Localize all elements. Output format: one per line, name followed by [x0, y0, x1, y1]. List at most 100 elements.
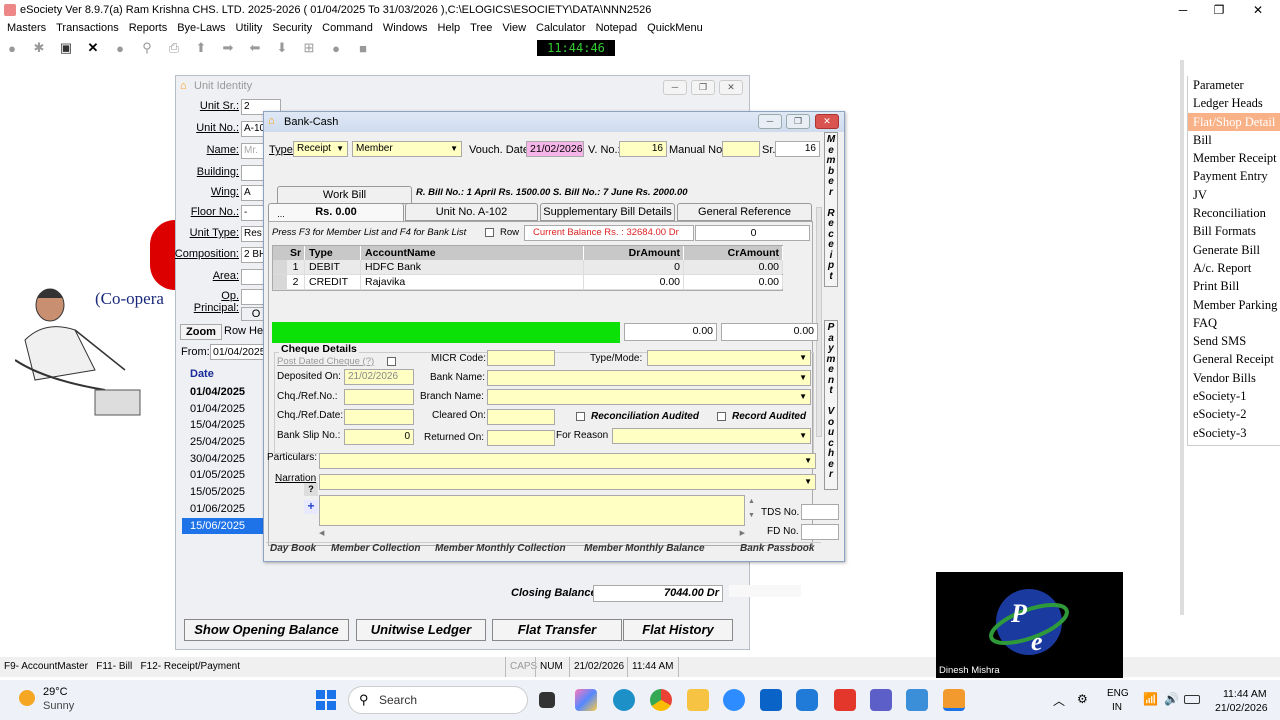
unit-close-button[interactable]: ✕	[719, 80, 743, 95]
menu-command[interactable]: Command	[317, 20, 378, 36]
square-icon[interactable]: ■	[353, 39, 373, 57]
record-icon[interactable]: ●	[110, 39, 130, 57]
menu-security[interactable]: Security	[267, 20, 317, 36]
menu-windows[interactable]: Windows	[378, 20, 433, 36]
cleared-input[interactable]	[487, 409, 555, 425]
ledger-date-row[interactable]: 25/04/2025	[182, 434, 266, 451]
post-dated-checkbox[interactable]	[387, 357, 396, 366]
lang-in[interactable]: IN	[1112, 702, 1122, 713]
circle-icon[interactable]: ●	[2, 39, 22, 57]
footer-link-member-monthly-collection[interactable]: Member Monthly Collection	[435, 543, 566, 554]
file-explorer-icon[interactable]	[687, 689, 709, 711]
bank-name-select[interactable]: ▼	[487, 370, 811, 386]
chq-no-input[interactable]	[344, 389, 414, 405]
footer-link-member-collection[interactable]: Member Collection	[331, 543, 420, 554]
print-icon[interactable]: ⎙	[164, 39, 184, 57]
menu-help[interactable]: Help	[433, 20, 466, 36]
bank-cash-window[interactable]: Bank-Cash ⌂ ─ ❐ ✕ Type: Receipt ▼ Member ▼…	[263, 111, 845, 562]
type-mode-select[interactable]: ▼	[647, 350, 811, 366]
binoculars-icon[interactable]: ⚲	[137, 39, 157, 57]
down-arrow-icon[interactable]: ⬇	[272, 39, 292, 57]
footer-link-member-monthly-balance[interactable]: Member Monthly Balance	[584, 543, 705, 554]
zoom-icon[interactable]	[723, 689, 745, 711]
volume-icon[interactable]: 🔊	[1164, 692, 1179, 706]
anydesk-icon[interactable]	[834, 689, 856, 711]
member-select[interactable]: Member ▼	[352, 141, 462, 157]
ledger-date-row[interactable]: 01/04/2025	[182, 384, 266, 401]
quick-menu-item[interactable]: FAQ	[1188, 314, 1280, 332]
app-icon-blue[interactable]	[796, 689, 818, 711]
h-scroll[interactable]: ◀ ▶	[319, 529, 745, 537]
bank-close-button[interactable]: ✕	[815, 114, 839, 129]
battery-icon[interactable]	[1184, 695, 1200, 704]
row-selector[interactable]	[273, 275, 287, 289]
tab-2[interactable]: Supplementary Bill Details	[540, 203, 675, 221]
quick-menu-item[interactable]: Ledger Heads	[1188, 94, 1280, 112]
close-icon[interactable]: ✕	[1240, 0, 1276, 20]
quick-menu-item[interactable]: General Receipt	[1188, 350, 1280, 368]
vouch-date-input[interactable]: 21/02/2026	[526, 141, 584, 157]
quick-menu-item[interactable]: Generate Bill	[1188, 241, 1280, 259]
grid-cell-type[interactable]: CREDIT	[306, 275, 361, 289]
tab-1[interactable]: Unit No. A-102	[405, 203, 538, 221]
task-view-icon[interactable]	[539, 692, 555, 708]
sr-input[interactable]: 16	[775, 141, 820, 157]
save-icon[interactable]: ▣	[56, 39, 76, 57]
grid-cell-account[interactable]: Rajavika	[362, 275, 584, 289]
quick-menu-item[interactable]: Bill	[1188, 131, 1280, 149]
grid-cell-dr[interactable]: 0	[584, 260, 684, 274]
narration-scroll-arrows[interactable]: ▲ ▼	[748, 495, 755, 523]
grid-cell-cr[interactable]: 0.00	[684, 275, 783, 289]
grid-cell-type[interactable]: DEBIT	[306, 260, 361, 274]
ledger-date-row[interactable]: 30/04/2025	[182, 451, 266, 468]
menu-view[interactable]: View	[497, 20, 531, 36]
footer-link-bank-passbook[interactable]: Bank Passbook	[740, 543, 814, 554]
ellipsis-button[interactable]: ...	[271, 209, 291, 221]
micr-input[interactable]	[487, 350, 555, 366]
quick-menu-item[interactable]: Parameter	[1188, 76, 1280, 94]
deposited-input[interactable]: 21/02/2026	[344, 369, 414, 385]
edge-icon[interactable]	[613, 689, 635, 711]
quick-menu-item[interactable]: eSociety-2	[1188, 405, 1280, 423]
from-date-input[interactable]: 01/04/2025	[210, 344, 268, 360]
grid-icon[interactable]: ⊞	[299, 39, 319, 57]
gear-icon[interactable]: ✱	[29, 39, 49, 57]
quick-menu-item[interactable]: Vendor Bills	[1188, 369, 1280, 387]
chevron-up-icon[interactable]: ︿	[1053, 692, 1065, 709]
returned-input[interactable]	[487, 430, 555, 446]
menu-reports[interactable]: Reports	[124, 20, 173, 36]
quick-menu-item[interactable]: Print Bill	[1188, 277, 1280, 295]
ledger-date-row[interactable]: 01/05/2025	[182, 467, 266, 484]
vno-input[interactable]: 16	[619, 141, 667, 157]
type-select[interactable]: Receipt ▼	[293, 141, 348, 157]
right-scrollbar[interactable]	[1180, 60, 1184, 615]
notepad-icon[interactable]	[906, 689, 928, 711]
unit-min-button[interactable]: ─	[663, 80, 687, 95]
quick-menu-item[interactable]: eSociety-3	[1188, 424, 1280, 442]
particulars-select[interactable]: ▼	[319, 453, 816, 469]
stop-icon[interactable]: ●	[326, 39, 346, 57]
esociety-taskbar-icon[interactable]	[943, 689, 965, 711]
tab-work-bill[interactable]: Work Bill	[277, 186, 412, 204]
minimize-icon[interactable]: ─	[1165, 0, 1201, 20]
maximize-icon[interactable]: ❐	[1201, 0, 1237, 20]
menu-masters[interactable]: Masters	[2, 20, 51, 36]
bank-min-button[interactable]: ─	[758, 114, 782, 129]
help-icon[interactable]: ?	[304, 483, 318, 496]
quick-menu-item[interactable]: Reconciliation	[1188, 204, 1280, 222]
teams-icon[interactable]	[870, 689, 892, 711]
copilot-icon[interactable]	[575, 689, 597, 711]
lang-eng[interactable]: ENG	[1107, 688, 1129, 699]
row-checkbox[interactable]	[485, 228, 494, 237]
add-icon[interactable]: +	[304, 500, 318, 514]
menu-quickmenu[interactable]: QuickMenu	[642, 20, 708, 36]
quick-menu-item[interactable]: JV	[1188, 186, 1280, 204]
chrome-icon[interactable]	[650, 689, 672, 711]
tray-date[interactable]: 21/02/2026	[1215, 702, 1268, 714]
wifi-icon[interactable]: 📶	[1143, 692, 1158, 706]
menu-byelaws[interactable]: Bye-Laws	[172, 20, 230, 36]
unit-button-unitwise-ledger[interactable]: Unitwise Ledger	[356, 619, 486, 641]
reason-select[interactable]: ▼	[612, 428, 811, 444]
current-balance-box[interactable]: 0	[695, 225, 810, 241]
ledger-date-row[interactable]: 15/04/2025	[182, 417, 266, 434]
